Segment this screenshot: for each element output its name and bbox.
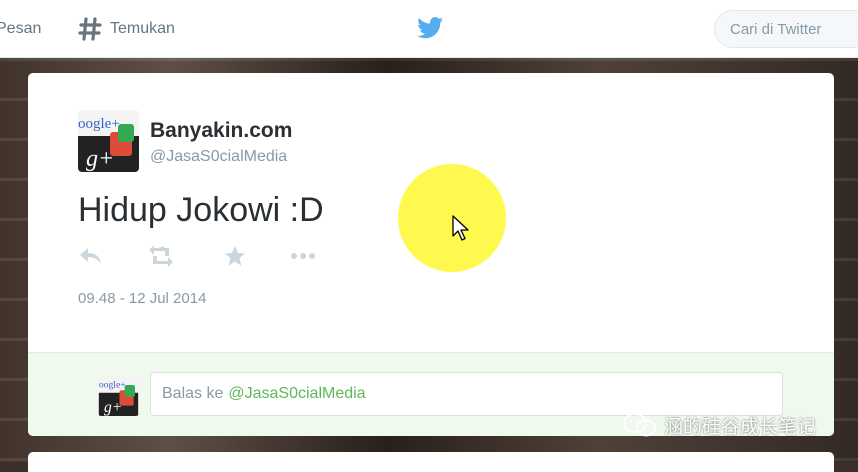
avatar[interactable]: oogle+ g+ [78, 110, 139, 172]
nav-discover[interactable]: Temukan [78, 0, 175, 57]
google-plus-logo: oogle+ g+ [78, 110, 139, 172]
nav-messages-label: Pesan [0, 19, 42, 37]
twitter-bird-icon[interactable] [417, 17, 444, 39]
cursor-icon [452, 215, 469, 241]
reply-prefix: Balas ke [162, 385, 224, 402]
search-input[interactable] [714, 10, 858, 48]
google-plus-logo-small: oogle+ g+ [98, 376, 139, 416]
wechat-icon [623, 413, 656, 437]
reply-avatar: oogle+ g+ [98, 376, 139, 416]
reply-handle: @JasaS0cialMedia [228, 385, 366, 402]
reply-avatar-top-text: oogle+ [99, 380, 126, 391]
reply-avatar-bottom-text: g+ [104, 399, 122, 416]
next-card [28, 452, 834, 472]
screen-name[interactable]: @JasaS0cialMedia [150, 148, 287, 166]
nav-discover-label: Temukan [110, 19, 175, 37]
tweet-timestamp[interactable]: 09.48 - 12 Jul 2014 [78, 290, 206, 307]
top-navigation-bar: Pesan Temukan [0, 0, 858, 58]
favorite-icon[interactable] [222, 245, 248, 267]
more-icon[interactable] [290, 245, 316, 267]
avatar-top-text: oogle+ [78, 116, 120, 132]
reply-icon[interactable] [78, 245, 104, 267]
hashtag-icon [78, 16, 102, 41]
tweet-text: Hidup Jokowi :D [78, 191, 324, 229]
retweet-icon[interactable] [148, 245, 174, 267]
display-name[interactable]: Banyakin.com [150, 119, 292, 143]
watermark: 涵的硅谷成长笔记 [622, 410, 816, 440]
watermark-text: 涵的硅谷成长笔记 [664, 416, 817, 438]
nav-messages[interactable]: Pesan [0, 0, 41, 57]
avatar-bottom-text: g+ [86, 146, 114, 172]
